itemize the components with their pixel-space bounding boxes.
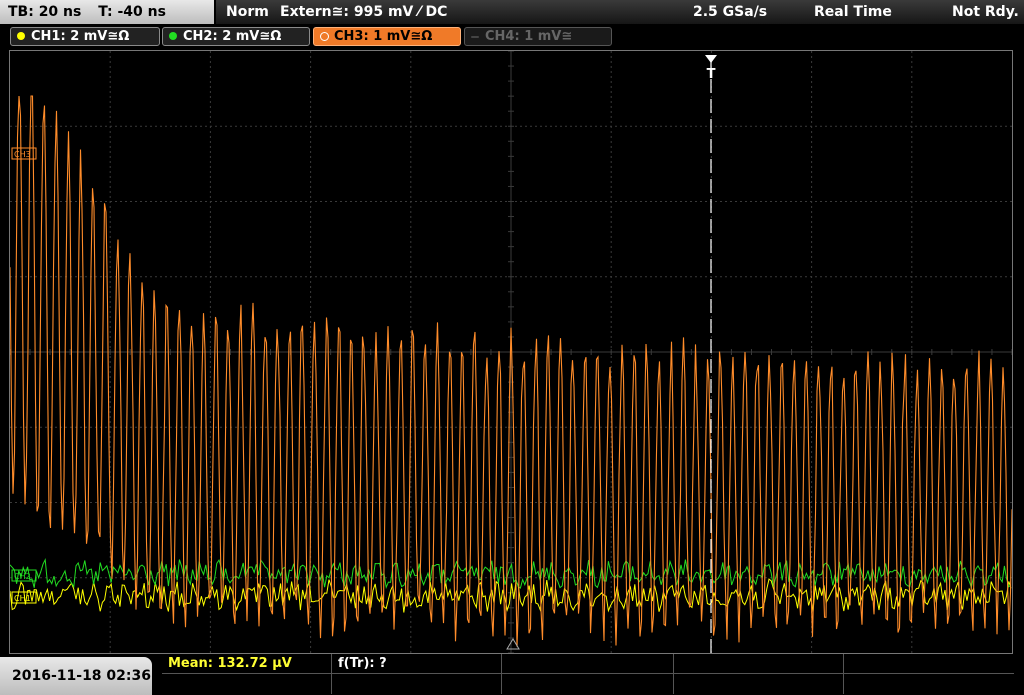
measurement-slot-empty[interactable] bbox=[844, 654, 1014, 674]
measurement-row bbox=[162, 674, 1014, 694]
channel-tab-label: CH3: 1 mV≅Ω bbox=[334, 29, 433, 44]
waveform-canvas[interactable]: T CH3 CH2 CH1 bbox=[10, 51, 1012, 653]
measurement-slot-empty[interactable] bbox=[502, 654, 674, 674]
frequency-measurement[interactable]: f(Tr): ? bbox=[332, 654, 502, 674]
ch2-indicator-icon bbox=[169, 32, 177, 40]
trigger-mode[interactable]: Norm bbox=[226, 0, 269, 24]
trigger-source[interactable]: Extern≅: 995 mV ⁄ DC bbox=[280, 0, 447, 24]
timebase-label: TB: 20 ns bbox=[8, 4, 82, 20]
ch1-marker-label: CH1 bbox=[14, 594, 31, 603]
measurement-row: Mean: 132.72 µV f(Tr): ? bbox=[162, 654, 1014, 674]
sample-rate: 2.5 GSa/s bbox=[693, 4, 768, 20]
trigger-time-label: T: -40 ns bbox=[98, 4, 166, 20]
measurement-slot-empty[interactable] bbox=[844, 674, 1014, 694]
measurement-panel[interactable]: Mean: 132.72 µV f(Tr): ? bbox=[162, 654, 1014, 695]
trigger-marker-label: T bbox=[707, 67, 716, 82]
acquisition-mode: Real Time bbox=[814, 4, 892, 20]
measurement-slot-empty[interactable] bbox=[162, 674, 332, 694]
measurement-slot-empty[interactable] bbox=[674, 674, 844, 694]
acquisition-status-strip: Norm Extern≅: 995 mV ⁄ DC 2.5 GSa/s Real… bbox=[216, 0, 1024, 24]
channel-tab-row: CH1: 2 mV≅Ω CH2: 2 mV≅Ω CH3: 1 mV≅Ω CH4:… bbox=[0, 26, 1024, 48]
channel-tab-label: CH4: 1 mV≅ bbox=[485, 29, 573, 44]
ch4-indicator-icon bbox=[471, 36, 479, 38]
date-time-label: 2016-11-18 02:36 bbox=[12, 668, 151, 684]
channel-tab-label: CH1: 2 mV≅Ω bbox=[31, 29, 130, 44]
measurement-slot-empty[interactable] bbox=[502, 674, 674, 694]
measurement-slot-empty[interactable] bbox=[674, 654, 844, 674]
run-state: Not Rdy. bbox=[952, 4, 1019, 20]
ch2-marker-label: CH2 bbox=[14, 572, 31, 581]
date-time-display: 2016-11-18 02:36 bbox=[0, 657, 152, 695]
channel-tab-label: CH2: 2 mV≅Ω bbox=[183, 29, 282, 44]
ch3-marker-label: CH3 bbox=[14, 150, 31, 159]
trigger-arrow-icon[interactable] bbox=[705, 55, 717, 63]
channel-tab-ch4[interactable]: CH4: 1 mV≅ bbox=[464, 27, 612, 46]
top-status-bar: TB: 20 ns T: -40 ns Norm Extern≅: 995 mV… bbox=[0, 0, 1024, 24]
ch3-indicator-icon bbox=[320, 32, 329, 41]
channel-tab-ch2[interactable]: CH2: 2 mV≅Ω bbox=[162, 27, 310, 46]
channel-tab-ch1[interactable]: CH1: 2 mV≅Ω bbox=[10, 27, 160, 46]
channel-tab-ch3[interactable]: CH3: 1 mV≅Ω bbox=[313, 27, 461, 46]
ch3-offset-marker[interactable]: CH3 bbox=[11, 147, 37, 160]
ch1-indicator-icon bbox=[17, 32, 25, 40]
timebase-box[interactable]: TB: 20 ns T: -40 ns bbox=[0, 0, 214, 24]
mean-measurement[interactable]: Mean: 132.72 µV bbox=[162, 654, 332, 674]
waveform-display[interactable]: T CH3 CH2 CH1 bbox=[9, 50, 1013, 654]
measurement-slot-empty[interactable] bbox=[332, 674, 502, 694]
